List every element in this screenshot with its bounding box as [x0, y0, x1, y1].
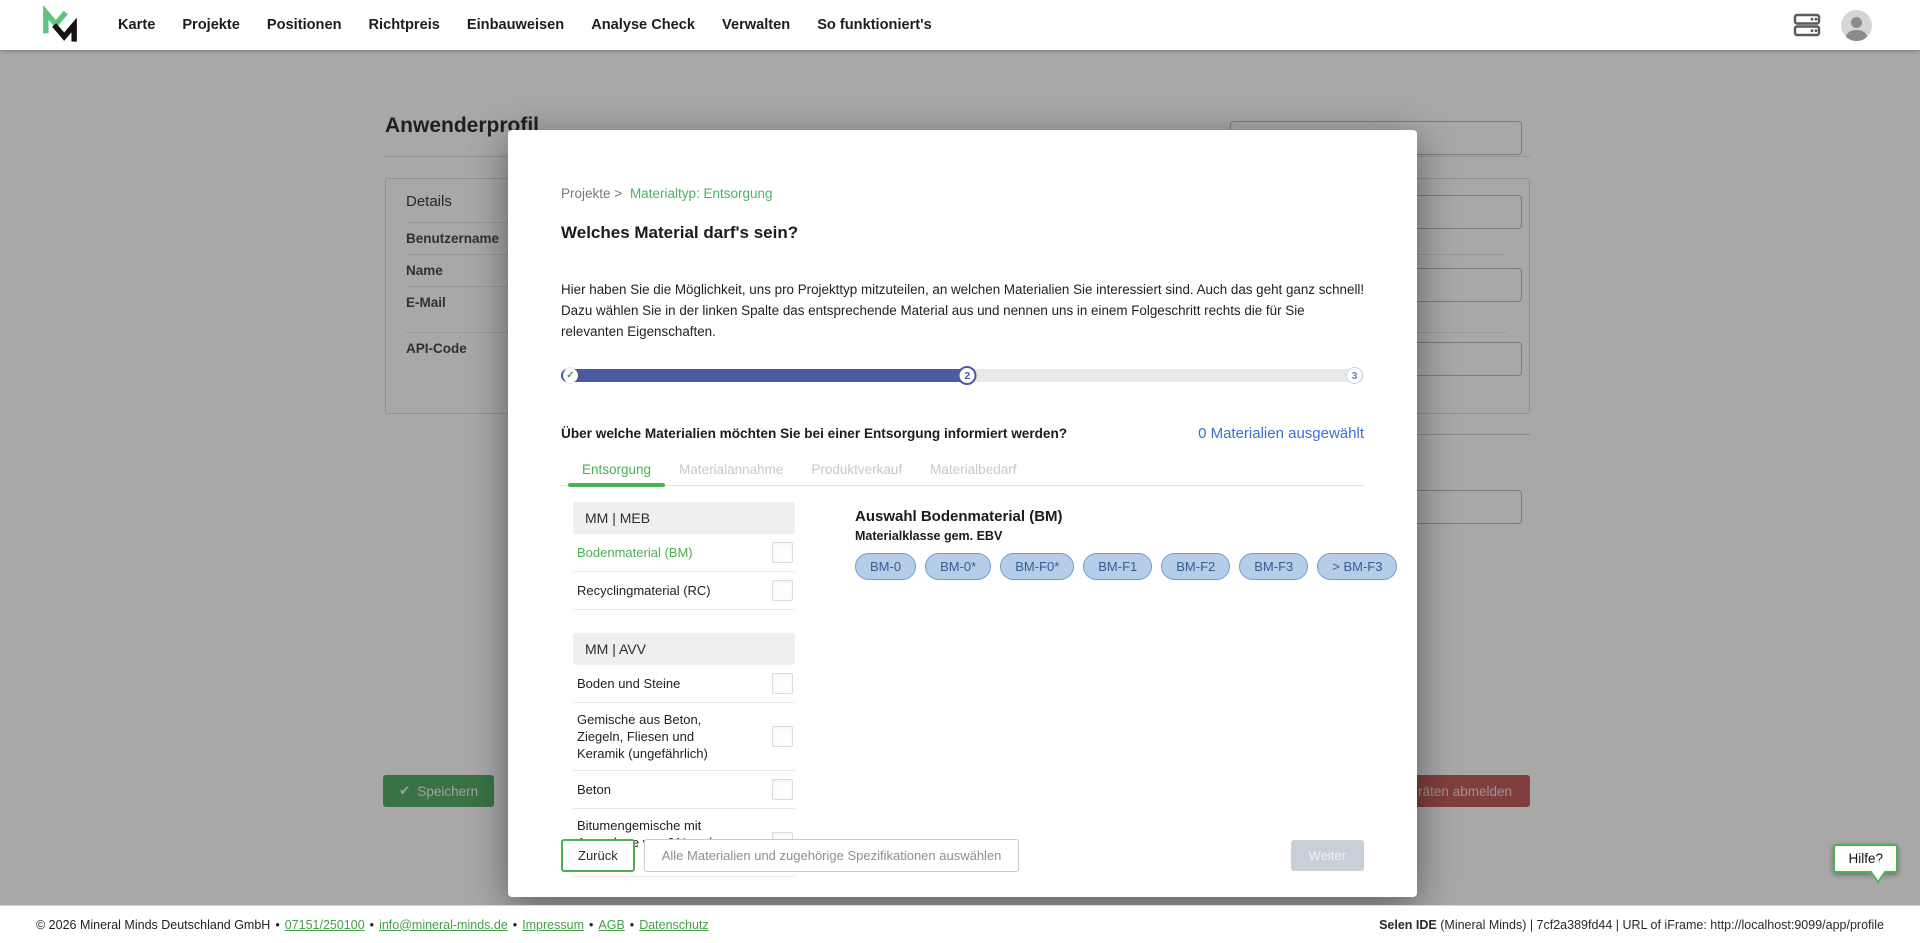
progress-step-1-done: ✓: [563, 368, 578, 383]
material-row-beton[interactable]: Beton: [573, 771, 795, 809]
material-checkbox[interactable]: [772, 580, 793, 601]
material-label: Recyclingmaterial (RC): [577, 582, 711, 599]
footer-link-phone[interactable]: 07151/250100: [285, 918, 365, 932]
material-label: Gemische aus Beton, Ziegeln, Fliesen und…: [577, 711, 735, 762]
pill-bm-0-star[interactable]: BM-0*: [925, 553, 991, 580]
question-text: Über welche Materialien möchten Sie bei …: [561, 426, 1067, 441]
selection-title: Auswahl Bodenmaterial (BM): [855, 508, 1397, 525]
app-name: Selen IDE: [1379, 918, 1437, 932]
footer-separator: •: [370, 918, 374, 932]
pill-bm-f3[interactable]: BM-F3: [1239, 553, 1308, 580]
material-label: Beton: [577, 781, 611, 798]
footer-link-agb[interactable]: AGB: [598, 918, 624, 932]
pill-bm-f0-star[interactable]: BM-F0*: [1000, 553, 1074, 580]
footer-link-datenschutz[interactable]: Datenschutz: [639, 918, 708, 932]
tab-materialbedarf[interactable]: Materialbedarf: [916, 456, 1030, 485]
user-avatar-icon[interactable]: [1841, 10, 1872, 41]
tab-materialannahme[interactable]: Materialannahme: [665, 456, 797, 485]
material-row-bodenmaterial[interactable]: Bodenmaterial (BM): [573, 534, 795, 572]
footer-link-email[interactable]: info@mineral-minds.de: [379, 918, 508, 932]
select-all-materials-button[interactable]: Alle Materialien und zugehörige Spezifik…: [644, 839, 1020, 872]
material-group-header: MM | MEB: [573, 502, 795, 534]
material-class-pills: BM-0 BM-0* BM-F0* BM-F1 BM-F2 BM-F3 > BM…: [855, 553, 1397, 580]
mineral-minds-logo-icon[interactable]: [40, 4, 80, 46]
material-checkbox[interactable]: [772, 542, 793, 563]
nav-item-projekte[interactable]: Projekte: [182, 17, 240, 33]
nav-item-richtpreis[interactable]: Richtpreis: [369, 17, 440, 33]
progress-step-3: 3: [1346, 367, 1363, 384]
progress-bar: ✓ 2 3: [561, 366, 1364, 385]
status-rest: (Mineral Minds) | 7cf2a389fd44 | URL of …: [1437, 918, 1884, 932]
selection-subtitle: Materialklasse gem. EBV: [855, 529, 1397, 543]
next-button[interactable]: Weiter: [1291, 840, 1364, 871]
footer-link-impressum[interactable]: Impressum: [522, 918, 584, 932]
material-class-panel: Auswahl Bodenmaterial (BM) Materialklass…: [855, 502, 1397, 877]
footer-separator: •: [630, 918, 634, 932]
pill-gt-bm-f3[interactable]: > BM-F3: [1317, 553, 1397, 580]
pill-bm-f1[interactable]: BM-F1: [1083, 553, 1152, 580]
dialog-intro-text: Hier haben Sie die Möglichkeit, uns pro …: [561, 279, 1367, 342]
material-type-tabs: Entsorgung Materialannahme Produktverkau…: [561, 456, 1364, 486]
breadcrumb: Projekte > Materialtyp: Entsorgung: [561, 186, 1364, 201]
breadcrumb-current: Materialtyp: Entsorgung: [630, 186, 773, 201]
progress-step-2-current: 2: [958, 366, 977, 385]
progress-fill: [561, 369, 971, 382]
material-label: Bodenmaterial (BM): [577, 544, 693, 561]
dialog-title: Welches Material darf's sein?: [561, 223, 1364, 243]
iframe-status-text: Selen IDE (Mineral Minds) | 7cf2a389fd44…: [1379, 918, 1884, 932]
material-label: Boden und Steine: [577, 675, 680, 692]
back-button[interactable]: Zurück: [561, 839, 635, 872]
footer-bar: © 2026 Mineral Minds Deutschland GmbH • …: [0, 905, 1920, 943]
material-row-recyclingmaterial[interactable]: Recyclingmaterial (RC): [573, 572, 795, 610]
footer-separator: •: [275, 918, 279, 932]
tab-entsorgung[interactable]: Entsorgung: [568, 456, 665, 485]
pill-bm-0[interactable]: BM-0: [855, 553, 916, 580]
material-row-boden-und-steine[interactable]: Boden und Steine: [573, 665, 795, 703]
nav-item-so-funktionierts[interactable]: So funktioniert's: [817, 17, 932, 33]
server-icon[interactable]: [1791, 9, 1823, 41]
material-selection-dialog: Projekte > Materialtyp: Entsorgung Welch…: [508, 130, 1417, 897]
pill-bm-f2[interactable]: BM-F2: [1161, 553, 1230, 580]
material-checkbox[interactable]: [772, 673, 793, 694]
footer-separator: •: [589, 918, 593, 932]
selected-materials-count: 0 Materialien ausgewählt: [1198, 425, 1364, 442]
nav-item-analyse-check[interactable]: Analyse Check: [591, 17, 695, 33]
footer-separator: •: [513, 918, 517, 932]
material-list: MM | MEB Bodenmaterial (BM) Recyclingmat…: [573, 502, 795, 877]
material-checkbox[interactable]: [772, 726, 793, 747]
help-tooltip[interactable]: Hilfe?: [1833, 844, 1898, 873]
material-group-header: MM | AVV: [573, 633, 795, 665]
main-nav: Karte Projekte Positionen Richtpreis Ein…: [118, 17, 932, 33]
nav-item-verwalten[interactable]: Verwalten: [722, 17, 790, 33]
copyright-text: © 2026 Mineral Minds Deutschland GmbH: [36, 918, 270, 932]
material-row-gemische[interactable]: Gemische aus Beton, Ziegeln, Fliesen und…: [573, 703, 795, 771]
nav-item-positionen[interactable]: Positionen: [267, 17, 342, 33]
material-checkbox[interactable]: [772, 779, 793, 800]
top-nav-bar: Karte Projekte Positionen Richtpreis Ein…: [0, 0, 1920, 50]
breadcrumb-parent[interactable]: Projekte >: [561, 186, 622, 201]
nav-item-karte[interactable]: Karte: [118, 17, 155, 33]
tab-produktverkauf[interactable]: Produktverkauf: [797, 456, 916, 485]
nav-item-einbauweisen[interactable]: Einbauweisen: [467, 17, 564, 33]
